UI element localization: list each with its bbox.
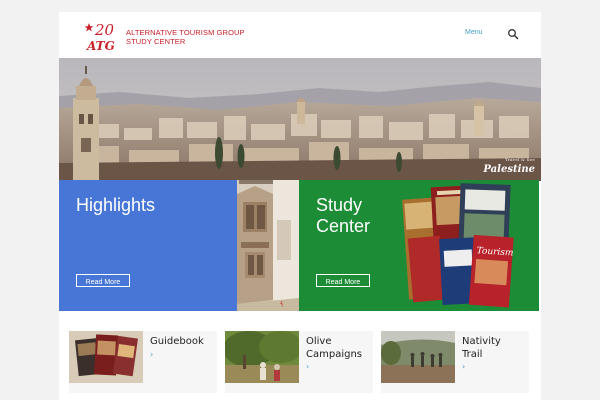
guidebook-title: Guidebook — [150, 336, 204, 347]
olive-campaigns-title-line-1: Olive — [306, 336, 332, 347]
site-header: 20 ATG ALTERNATIVE TOURISM GROUP STUDY C… — [59, 12, 541, 58]
nativity-trail-label[interactable]: Nativity Trail — [462, 336, 501, 361]
nativity-trail-title-line-2: Trail — [462, 348, 483, 360]
palestine-badge: Travel & See Palestine — [483, 155, 535, 175]
badge-title: Palestine — [483, 164, 535, 175]
olive-campaigns-label[interactable]: Olive Campaigns — [306, 336, 362, 361]
page: 20 ATG ALTERNATIVE TOURISM GROUP STUDY C… — [59, 12, 541, 400]
guidebook-arrow-icon[interactable]: › — [150, 350, 153, 359]
nativity-trail-image — [381, 331, 455, 383]
highlights-title: Highlights — [76, 195, 156, 215]
guidebook-card[interactable]: Guidebook › — [69, 331, 217, 393]
logo-mark-letters: ATG — [86, 39, 115, 53]
olive-campaigns-card[interactable]: Olive Campaigns › — [225, 331, 373, 393]
study-center-title: Study Center — [316, 195, 370, 237]
logo-text: ALTERNATIVE TOURISM GROUP STUDY CENTER — [126, 28, 245, 46]
guidebook-image — [69, 331, 143, 383]
hero-cityscape — [59, 58, 541, 181]
highlights-tile[interactable]: ﺑﺮ Highlights Read More — [59, 180, 299, 311]
highlights-read-more-button[interactable]: Read More — [76, 274, 130, 287]
olive-campaigns-title-line-2: Campaigns — [306, 348, 363, 360]
logo-mark-number: 20 — [94, 21, 115, 39]
hero-image: Travel & See Palestine — [59, 58, 541, 181]
olive-campaigns-image — [225, 331, 299, 383]
nativity-trail-title-line-1: Nativity — [462, 336, 501, 347]
search-icon[interactable] — [507, 28, 519, 40]
study-center-title-line-1: Study — [316, 195, 363, 215]
nativity-trail-card[interactable]: Nativity Trail › — [381, 331, 529, 393]
atg-logo-mark: 20 ATG — [85, 21, 115, 53]
logo-line-2: STUDY CENTER — [126, 37, 186, 46]
site-logo[interactable]: 20 ATG ALTERNATIVE TOURISM GROUP STUDY C… — [85, 20, 265, 54]
menu-link[interactable]: Menu — [465, 29, 483, 36]
study-center-tile[interactable]: Tourism Study Center Read More — [299, 180, 539, 311]
study-center-title-line-2: Center — [316, 216, 371, 236]
nativity-trail-arrow-icon[interactable]: › — [462, 362, 465, 371]
olive-campaigns-arrow-icon[interactable]: › — [306, 362, 309, 371]
guidebook-label[interactable]: Guidebook — [150, 336, 204, 349]
study-center-read-more-button[interactable]: Read More — [316, 274, 370, 287]
logo-line-1: ALTERNATIVE TOURISM GROUP — [126, 28, 245, 37]
